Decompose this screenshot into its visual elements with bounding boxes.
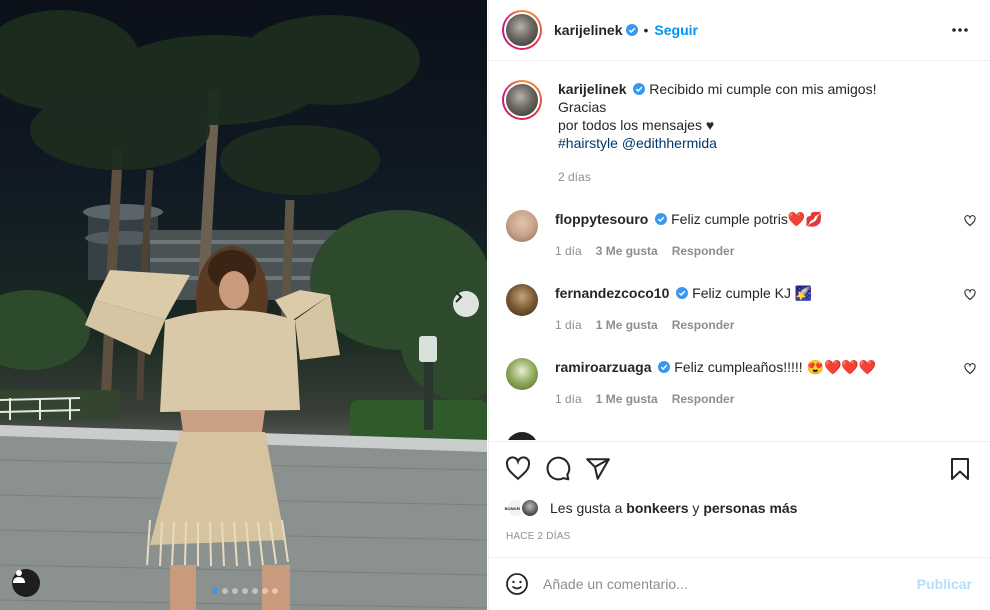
save-button[interactable] — [948, 457, 972, 484]
heart-icon[interactable] — [964, 289, 976, 301]
caption-line-2: Gracias — [558, 99, 607, 115]
caption-username[interactable]: karijelinek — [558, 81, 627, 97]
comment-button[interactable] — [545, 456, 571, 485]
photo-scene — [0, 10, 487, 610]
post-timestamp[interactable]: HACE 2 DÍAS — [506, 531, 570, 542]
author-username[interactable]: karijelinek — [554, 22, 623, 38]
share-button[interactable] — [585, 456, 611, 485]
carousel-dot — [272, 588, 278, 594]
like-button[interactable] — [505, 456, 531, 485]
verified-icon — [633, 83, 646, 95]
carousel-dot — [262, 588, 268, 594]
likes-others-link[interactable]: personas más — [703, 500, 797, 516]
comment-avatar[interactable] — [506, 210, 538, 242]
likes-conj: y — [692, 500, 700, 516]
post-header: karijelinek • Seguir — [489, 0, 990, 61]
comment-row: ramiroarzuaga Feliz cumpleaños!!!!! 😍❤️❤… — [506, 358, 976, 406]
comment-composer: Publicar — [489, 557, 990, 610]
heart-icon — [505, 456, 531, 481]
mention-link[interactable]: @edithhermida — [622, 135, 717, 151]
liker-username[interactable]: bonkeers — [626, 500, 688, 516]
user-tag-icon — [13, 570, 25, 583]
comment-username[interactable]: fernandezcoco10 — [555, 285, 669, 301]
caption-line-1: Recibido mi cumple con mis amigos! — [649, 81, 877, 97]
comment-avatar[interactable] — [506, 358, 538, 390]
share-icon — [586, 458, 610, 480]
next-image-button[interactable] — [453, 291, 479, 317]
carousel-dot — [252, 588, 258, 594]
hashtag-link[interactable]: #hairstyle — [558, 135, 618, 151]
verified-icon — [655, 213, 668, 225]
carousel-dot — [242, 588, 248, 594]
comment-likes[interactable]: 3 Me gusta — [596, 244, 658, 258]
verified-icon — [625, 24, 638, 36]
post-caption: karijelinek Recibido mi cumple con mis a… — [502, 80, 978, 186]
comment-avatar-partial — [506, 432, 538, 440]
comment-text: Feliz cumpleaños!!!!! 😍❤️❤️❤️ — [674, 359, 877, 375]
comment-icon — [546, 456, 571, 481]
reply-button[interactable]: Responder — [672, 318, 735, 332]
reply-button[interactable]: Responder — [672, 392, 735, 406]
likers-avatars[interactable]: BONKEERS — [505, 497, 542, 519]
comment-likes[interactable]: 1 Me gusta — [596, 318, 658, 332]
comments-list[interactable]: karijelinek Recibido mi cumple con mis a… — [489, 62, 990, 440]
comment-input[interactable] — [543, 576, 903, 592]
reply-button[interactable]: Responder — [672, 244, 735, 258]
separator: • — [643, 22, 649, 38]
comment-username[interactable]: ramiroarzuaga — [555, 359, 651, 375]
carousel-dot — [212, 588, 218, 594]
likes-prefix: Les gusta a — [550, 500, 623, 516]
heart-icon[interactable] — [964, 363, 976, 375]
heart-icon[interactable] — [964, 215, 976, 227]
comment-time: 1 día — [555, 392, 582, 406]
comment-time: 1 día — [555, 244, 582, 258]
emoji-icon[interactable] — [505, 572, 529, 596]
caption-time: 2 días — [558, 170, 591, 184]
tagged-users-button[interactable] — [12, 569, 40, 597]
author-avatar[interactable] — [502, 10, 542, 50]
verified-icon — [676, 287, 689, 299]
save-icon — [951, 458, 969, 480]
comment-likes[interactable]: 1 Me gusta — [596, 392, 658, 406]
caption-avatar[interactable] — [502, 80, 542, 120]
comment-time: 1 día — [555, 318, 582, 332]
post-detail-panel: karijelinek • Seguir karijelinek Recibid… — [488, 0, 990, 610]
comment-text: Feliz cumple KJ 🌠 — [692, 285, 813, 301]
carousel-dot — [222, 588, 228, 594]
comment-row: floppytesouro Feliz cumple potris❤️💋 1 d… — [506, 210, 976, 258]
caption-line-3: por todos los mensajes ♥ — [558, 117, 715, 133]
follow-button[interactable]: Seguir — [654, 22, 698, 38]
comment-row: fernandezcoco10 Feliz cumple KJ 🌠 1 día … — [506, 284, 976, 332]
comment-text: Feliz cumple potris❤️💋 — [671, 211, 823, 227]
comment-username[interactable]: floppytesouro — [555, 211, 648, 227]
post-photo[interactable] — [0, 0, 487, 610]
publish-button[interactable]: Publicar — [917, 576, 972, 592]
carousel-indicator — [212, 588, 278, 594]
verified-icon — [658, 361, 671, 373]
more-icon[interactable] — [950, 20, 970, 40]
post-actions: BONKEERS Les gusta a bonkeers y personas… — [489, 441, 990, 557]
chevron-right-icon — [455, 291, 463, 303]
carousel-dot — [232, 588, 238, 594]
comment-avatar[interactable] — [506, 284, 538, 316]
likes-summary: BONKEERS Les gusta a bonkeers y personas… — [505, 497, 797, 519]
